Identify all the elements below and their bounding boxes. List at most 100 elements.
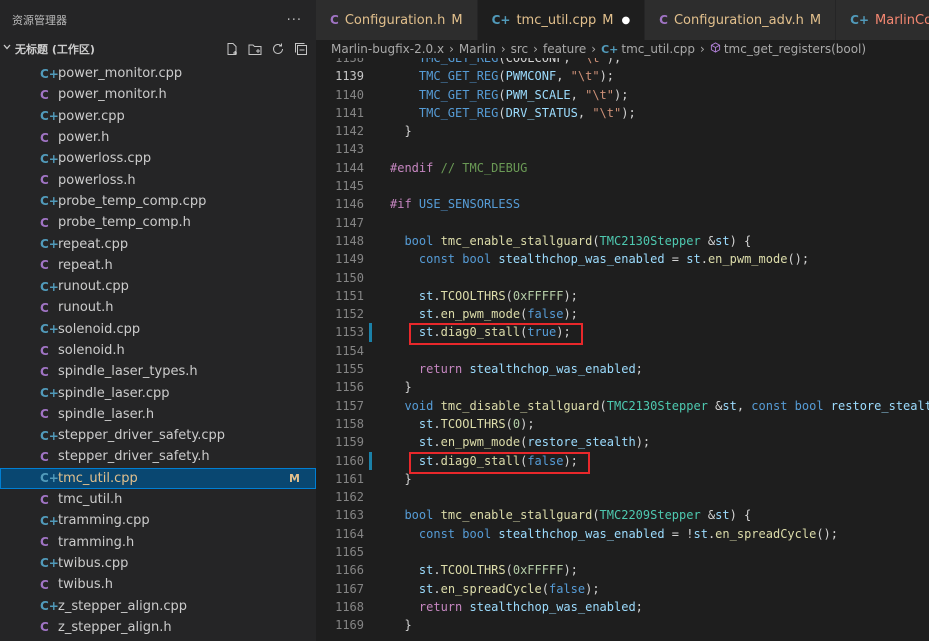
- header-file-icon: C: [40, 577, 49, 592]
- code-line[interactable]: 1149 const bool stealthchop_was_enabled …: [316, 250, 929, 268]
- editor-tab[interactable]: C+ tmc_util.cpp M ●: [477, 0, 646, 40]
- file-tree-item[interactable]: Cspindle_laser_types.h: [0, 361, 316, 382]
- file-tree-item[interactable]: C+ z_stepper_align.cpp: [0, 595, 316, 616]
- code-token: const: [751, 398, 788, 413]
- file-name: repeat.h: [58, 257, 113, 273]
- code-line[interactable]: 1165: [316, 543, 929, 561]
- file-tree-item[interactable]: Cpower.h: [0, 127, 316, 148]
- code-line[interactable]: 1152 st.en_pwm_mode(false);: [316, 305, 929, 323]
- code-line[interactable]: 1140 TMC_GET_REG(PWM_SCALE, "\t");: [316, 86, 929, 104]
- code-line[interactable]: 1158 st.TCOOLTHRS(0);: [316, 415, 929, 433]
- code-token: "\t": [585, 87, 615, 102]
- gutter: [369, 342, 377, 360]
- file-tree-item[interactable]: Cpowerloss.h: [0, 169, 316, 190]
- code-line[interactable]: 1161 }: [316, 470, 929, 488]
- file-tree-item[interactable]: C+ solenoid.cpp: [0, 319, 316, 340]
- file-tree-item[interactable]: C+ twibus.cpp: [0, 553, 316, 574]
- file-tree-item[interactable]: Ctramming.h: [0, 532, 316, 553]
- unsaved-dot-icon[interactable]: ●: [621, 15, 630, 26]
- gutter: [369, 506, 377, 524]
- editor-tab[interactable]: C Configuration.h M: [316, 0, 478, 40]
- code-line[interactable]: 1146 #if USE_SENSORLESS: [316, 195, 929, 213]
- code-line[interactable]: 1142 }: [316, 122, 929, 140]
- line-number: 1154: [335, 343, 364, 358]
- code-line[interactable]: 1157 void tmc_disable_stallguard(TMC2130…: [316, 397, 929, 415]
- file-tree-item[interactable]: C+ runout.cpp: [0, 276, 316, 297]
- file-tree-item[interactable]: C+ tramming.cpp: [0, 510, 316, 531]
- code-line[interactable]: 1139 TMC_GET_REG(PWMCONF, "\t");: [316, 67, 929, 85]
- code-line[interactable]: 1154: [316, 342, 929, 360]
- code-line[interactable]: 1169 }: [316, 616, 929, 634]
- editor-tab[interactable]: C Configuration_adv.h M: [645, 0, 837, 40]
- code-line[interactable]: 1143: [316, 140, 929, 158]
- file-name: twibus.h: [58, 577, 113, 593]
- file-tree-item[interactable]: Cprobe_temp_comp.h: [0, 212, 316, 233]
- code-line[interactable]: 1145: [316, 177, 929, 195]
- code-token: tmc_disable_stallguard: [440, 398, 600, 413]
- file-tree-item[interactable]: Ctmc_util.h: [0, 489, 316, 510]
- breadcrumb-file[interactable]: tmc_util.cpp: [621, 42, 695, 56]
- file-tree-item[interactable]: C+ repeat.cpp: [0, 233, 316, 254]
- code-line[interactable]: 1167 st.en_spreadCycle(false);: [316, 580, 929, 598]
- code-line[interactable]: 1138 TMC_GET_REG(COOLCONF, "\t");: [316, 58, 929, 67]
- file-tree-item[interactable]: Ctwibus.h: [0, 574, 316, 595]
- code-token: stealthchop_was_enabled: [498, 526, 665, 541]
- code-line[interactable]: 1155 return stealthchop_was_enabled;: [316, 360, 929, 378]
- file-tree-item[interactable]: Csolenoid.h: [0, 340, 316, 361]
- code-editor[interactable]: 1138 TMC_GET_REG(COOLCONF, "\t"); 1139 TM…: [316, 58, 929, 641]
- new-folder-icon[interactable]: [248, 42, 262, 56]
- code-line[interactable]: 1168 return stealthchop_was_enabled;: [316, 598, 929, 616]
- code-text: st.diag0_stall(false);: [377, 452, 578, 470]
- file-tree-item[interactable]: C+ power.cpp: [0, 106, 316, 127]
- code-line[interactable]: 1141 TMC_GET_REG(DRV_STATUS, "\t");: [316, 104, 929, 122]
- editor-tab[interactable]: C+MarlinCore.cpp1: [836, 0, 929, 40]
- cpp-file-icon: C+: [601, 42, 619, 56]
- code-token: st: [418, 416, 434, 431]
- breadcrumb-item[interactable]: feature: [543, 42, 586, 56]
- file-tree-item[interactable]: C+ powerloss.cpp: [0, 148, 316, 169]
- breadcrumb-item[interactable]: Marlin-bugfix-2.0.x: [331, 42, 444, 56]
- breadcrumb-symbol[interactable]: tmc_get_registers(bool): [724, 42, 866, 56]
- file-name: tramming.h: [58, 534, 135, 550]
- file-tree-item[interactable]: C+ stepper_driver_safety.cpp: [0, 425, 316, 446]
- gutter: [369, 360, 377, 378]
- code-line[interactable]: 1163 bool tmc_enable_stallguard(TMC2209S…: [316, 506, 929, 524]
- collapse-all-icon[interactable]: [294, 42, 308, 56]
- code-line[interactable]: 1150: [316, 269, 929, 287]
- more-actions-icon[interactable]: ···: [287, 13, 302, 28]
- breadcrumb-item[interactable]: Marlin: [459, 42, 496, 56]
- cpp-file-icon: C+: [40, 428, 59, 443]
- file-tree-item[interactable]: C+ spindle_laser.cpp: [0, 382, 316, 403]
- file-tree-item[interactable]: Crunout.h: [0, 297, 316, 318]
- new-file-icon[interactable]: [225, 42, 239, 56]
- code-line[interactable]: 1147: [316, 214, 929, 232]
- code-line[interactable]: 1151 st.TCOOLTHRS(0xFFFFF);: [316, 287, 929, 305]
- file-tree-item[interactable]: Cz_stepper_align.h: [0, 617, 316, 638]
- code-line[interactable]: 1153 st.diag0_stall(true);: [316, 323, 929, 343]
- code-token: false: [527, 453, 564, 468]
- code-line[interactable]: 1166 st.TCOOLTHRS(0xFFFFF);: [316, 561, 929, 579]
- breadcrumb-item[interactable]: src: [511, 42, 529, 56]
- file-tree-item[interactable]: C+ tmc_util.cpp M: [0, 467, 316, 489]
- file-tree-item[interactable]: Cpower_monitor.h: [0, 84, 316, 105]
- code-line[interactable]: 1159 st.en_pwm_mode(restore_stealth);: [316, 433, 929, 451]
- header-file-icon: C: [40, 343, 49, 358]
- file-tree-item[interactable]: Cstepper_driver_safety.h: [0, 446, 316, 467]
- code-line[interactable]: 1144 #endif // TMC_DEBUG: [316, 159, 929, 177]
- code-line[interactable]: 1164 const bool stealthchop_was_enabled …: [316, 525, 929, 543]
- workspace-section-header[interactable]: 无标题 (工作区): [0, 40, 316, 57]
- code-token: en_spreadCycle: [440, 581, 542, 596]
- code-token: false: [527, 307, 564, 322]
- file-tree-item[interactable]: Crepeat.h: [0, 255, 316, 276]
- file-tree-item[interactable]: Cspindle_laser.h: [0, 404, 316, 425]
- refresh-icon[interactable]: [271, 42, 285, 56]
- code-text: }: [377, 616, 411, 634]
- code-line[interactable]: 1160 st.diag0_stall(false);: [316, 451, 929, 471]
- file-tree-item[interactable]: C+ power_monitor.cpp: [0, 63, 316, 84]
- code-line[interactable]: 1162: [316, 488, 929, 506]
- code-text: st.TCOOLTHRS(0xFFFFF);: [377, 287, 578, 305]
- code-line[interactable]: 1156 }: [316, 378, 929, 396]
- code-line[interactable]: 1148 bool tmc_enable_stallguard(TMC2130S…: [316, 232, 929, 250]
- file-tree-item[interactable]: C+ probe_temp_comp.cpp: [0, 191, 316, 212]
